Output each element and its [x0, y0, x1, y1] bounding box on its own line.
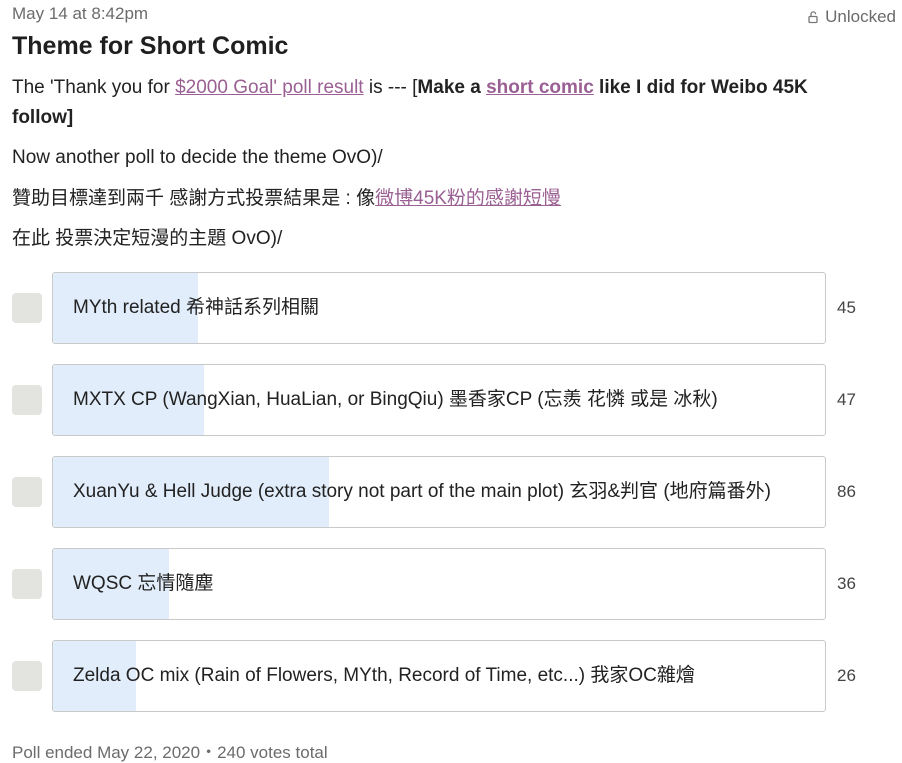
poll-option[interactable]: Zelda OC mix (Rain of Flowers, MYth, Rec…: [0, 640, 902, 712]
poll-option-vote-count: 36: [837, 574, 856, 593]
post-paragraph-chinese-result: 贊助目標達到兩千 感謝方式投票結果是 : 像微博45K粉的感謝短慢: [12, 184, 862, 214]
post-paragraph-chinese-poll-intro: 在此 投票決定短漫的主題 OvO)/: [12, 228, 283, 249]
poll-footer: Poll ended May 22, 2020・240 votes total: [12, 743, 328, 762]
poll-option-bar[interactable]: Zelda OC mix (Rain of Flowers, MYth, Rec…: [52, 640, 826, 712]
poll-option[interactable]: MXTX CP (WangXian, HuaLian, or BingQiu) …: [0, 364, 902, 436]
poll-option[interactable]: WQSC 忘情隨塵 36: [0, 548, 902, 620]
lock-status: Unlocked: [807, 7, 896, 27]
poll-option-bar[interactable]: MXTX CP (WangXian, HuaLian, or BingQiu) …: [52, 364, 826, 436]
poll-option-checkbox[interactable]: [12, 477, 42, 507]
poll-option-vote-count: 45: [837, 298, 856, 317]
post-title: Theme for Short Comic: [12, 32, 289, 60]
poll-option-bar[interactable]: MYth related 希神話系列相關: [52, 272, 826, 344]
post-paragraph-poll-intro: Now another poll to decide the theme OvO…: [12, 147, 383, 168]
post-date: May 14 at 8:42pm: [12, 4, 149, 23]
poll-option-label: MYth related 希神話系列相關: [73, 297, 319, 318]
poll-option-label: WQSC 忘情隨塵: [73, 573, 214, 594]
poll-option-checkbox[interactable]: [12, 293, 42, 323]
poll-option-bar[interactable]: XuanYu & Hell Judge (extra story not par…: [52, 456, 826, 528]
result-text-mid: is --- [: [363, 77, 418, 98]
unlock-icon: [807, 10, 821, 24]
poll-option-bar[interactable]: WQSC 忘情隨塵: [52, 548, 826, 620]
poll-option-checkbox[interactable]: [12, 661, 42, 691]
result-text-prefix: The 'Thank you for: [12, 77, 176, 98]
result-bold-text-1: Make a: [417, 77, 487, 98]
lock-status-label: Unlocked: [825, 7, 896, 26]
poll-option[interactable]: XuanYu & Hell Judge (extra story not par…: [0, 456, 902, 528]
poll-option-vote-count: 47: [837, 390, 856, 409]
weibo-comic-link[interactable]: 微博45K粉的感謝短慢: [375, 188, 561, 209]
goal-poll-link[interactable]: $2000 Goal' poll result: [175, 77, 363, 98]
poll-option-label: XuanYu & Hell Judge (extra story not par…: [73, 481, 771, 502]
poll-option-vote-count: 86: [837, 482, 856, 501]
poll-option[interactable]: MYth related 希神話系列相關 45: [0, 272, 902, 344]
poll-option-vote-count: 26: [837, 666, 856, 685]
poll-option-label: Zelda OC mix (Rain of Flowers, MYth, Rec…: [73, 665, 695, 686]
poll-option-label: MXTX CP (WangXian, HuaLian, or BingQiu) …: [73, 389, 718, 410]
chinese-result-text: 贊助目標達到兩千 感謝方式投票結果是 : 像: [12, 188, 376, 209]
poll-option-checkbox[interactable]: [12, 569, 42, 599]
short-comic-link[interactable]: short comic: [486, 77, 594, 98]
poll-option-checkbox[interactable]: [12, 385, 42, 415]
post-paragraph-result: The 'Thank you for $2000 Goal' poll resu…: [12, 73, 862, 133]
